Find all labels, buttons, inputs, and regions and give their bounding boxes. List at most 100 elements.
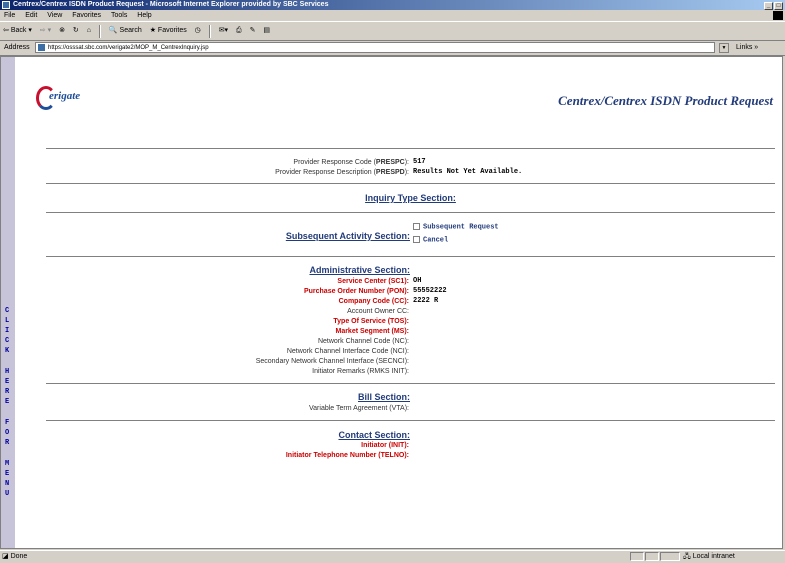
initiator-remarks-label: Initiator Remarks (RMKS INIT):	[312, 368, 409, 375]
stop-icon[interactable]: ⊗	[59, 22, 65, 40]
account-owner-cc-label: Account Owner CC:	[347, 308, 409, 315]
window-title: Centrex/Centrex ISDN Product Request - M…	[13, 1, 329, 8]
verigate-logo: erigate	[36, 82, 106, 112]
initiator-remarks-row: Initiator Remarks (RMKS INIT):	[46, 367, 775, 376]
administrative-section-heading: Administrative Section:	[309, 265, 410, 275]
sidebar-letter: E	[5, 470, 10, 478]
favorites-label: Favorites	[157, 27, 187, 34]
divider	[46, 212, 775, 213]
toolbar-separator	[208, 24, 211, 38]
sidebar-letter: R	[5, 388, 10, 396]
sidebar-letter: K	[5, 347, 10, 355]
address-bar: Address https://osssat.sbc.com/verigate2…	[0, 41, 785, 56]
edit-icon[interactable]: ✎	[250, 22, 256, 40]
lock-icon	[660, 552, 680, 561]
status-panel	[645, 552, 659, 561]
forward-button[interactable]: ⇨ ▾	[40, 22, 51, 40]
subsequent-activity-section-heading: Subsequent Activity Section:	[285, 231, 410, 241]
sidebar-letter: F	[5, 419, 10, 427]
home-icon[interactable]: ⌂	[87, 22, 91, 40]
network-channel-code-label: Network Channel Code (NC):	[317, 338, 409, 345]
title-bar: Centrex/Centrex ISDN Product Request - M…	[0, 0, 785, 10]
menu-favorites[interactable]: Favorites	[72, 12, 101, 19]
address-input[interactable]: https://osssat.sbc.com/verigate2/MOP_M_C…	[35, 42, 715, 53]
page-title: Centrex/Centrex ISDN Product Request	[558, 93, 773, 108]
network-channel-code-row: Network Channel Code (NC):	[46, 337, 775, 346]
zone-indicator: 🖧 Local intranet	[683, 553, 735, 560]
history-icon[interactable]: ◷	[195, 22, 201, 40]
company-code-row: Company Code (CC): 2222 R	[46, 297, 775, 306]
address-url: https://osssat.sbc.com/verigate2/MOP_M_C…	[48, 45, 209, 51]
menu-edit[interactable]: Edit	[25, 12, 37, 19]
sidebar-letter: U	[5, 490, 10, 498]
sidebar-letter: N	[5, 480, 10, 488]
toolbar-separator	[98, 24, 101, 38]
menu-bar: File Edit View Favorites Tools Help	[0, 10, 785, 22]
print-icon[interactable]: ⎙	[236, 22, 242, 40]
sidebar-letter: O	[5, 429, 10, 437]
type-of-service-label: Type Of Service (TOS):	[333, 318, 409, 325]
response-desc-value: Results Not Yet Available.	[413, 168, 523, 176]
address-label: Address	[4, 44, 30, 51]
initiator-telno-label: Initiator Telephone Number (TELNO):	[285, 452, 409, 459]
subsequent-request-checkbox[interactable]	[413, 223, 420, 230]
initiator-telno-row: Initiator Telephone Number (TELNO):	[46, 451, 775, 460]
pon-row: Purchase Order Number (PON): 55552222	[46, 287, 775, 296]
menu-file[interactable]: File	[4, 12, 15, 19]
pon-label: Purchase Order Number (PON):	[303, 288, 409, 295]
menu-tools[interactable]: Tools	[111, 12, 127, 19]
market-segment-row: Market Segment (MS):	[46, 327, 775, 336]
inquiry-type-section-heading: Inquiry Type Section:	[365, 193, 456, 203]
account-owner-cc-row: Account Owner CC:	[46, 307, 775, 316]
response-desc-row: Provider Response Description (PRESPD): …	[46, 168, 775, 177]
sidebar-letter: C	[5, 307, 10, 315]
pon-value: 55552222	[413, 287, 447, 295]
favorites-button[interactable]: ★ Favorites	[150, 22, 187, 40]
sidebar-letter: E	[5, 398, 10, 406]
back-button[interactable]: ⇦ Back ▾	[3, 22, 32, 40]
menu-view[interactable]: View	[47, 12, 62, 19]
discuss-icon[interactable]: ▤	[263, 22, 270, 40]
sidebar-menu-link[interactable]: CLICKHEREFORMENU	[1, 57, 15, 548]
mail-icon[interactable]: ✉▾	[219, 22, 228, 40]
minimize-button[interactable]: _	[764, 2, 773, 10]
service-center-label: Service Center (SC1):	[337, 278, 409, 285]
network-channel-interface-label: Network Channel Interface Code (NCI):	[286, 348, 409, 355]
sidebar-letter: I	[5, 327, 10, 335]
sidebar-letter: L	[5, 317, 10, 325]
initiator-label: Initiator (INIT):	[361, 442, 409, 449]
contact-section-heading: Contact Section:	[338, 430, 410, 440]
vta-row: Variable Term Agreement (VTA):	[46, 404, 775, 413]
address-dropdown-button[interactable]: ▼	[719, 43, 729, 53]
links-button[interactable]: Links »	[736, 41, 758, 55]
search-label: Search	[119, 27, 142, 34]
sidebar-letter: C	[5, 337, 10, 345]
type-of-service-row: Type Of Service (TOS):	[46, 317, 775, 326]
ie-icon	[2, 1, 10, 9]
divider	[46, 256, 775, 257]
refresh-icon[interactable]: ↻	[73, 22, 79, 40]
back-label: Back	[10, 27, 27, 34]
secondary-nci-label: Secondary Network Channel Interface (SEC…	[255, 358, 409, 365]
page-content: CLICKHEREFORMENU erigate Centrex/Centrex…	[0, 56, 783, 549]
service-center-value: OH	[413, 277, 422, 285]
sidebar-letter: M	[5, 460, 10, 468]
toolbar: ⇦ Back ▾ ⇨ ▾ ⊗ ↻ ⌂ 🔍 Search ★ Favorites …	[0, 22, 785, 41]
initiator-row: Initiator (INIT):	[46, 441, 775, 450]
divider	[46, 183, 775, 184]
maximize-button[interactable]: □	[774, 2, 783, 10]
divider	[46, 383, 775, 384]
market-segment-label: Market Segment (MS):	[335, 328, 409, 335]
menu-help[interactable]: Help	[137, 12, 151, 19]
windows-logo-icon	[773, 11, 783, 20]
subsequent-request-option: Subsequent Request	[413, 223, 499, 231]
status-panel	[630, 552, 644, 561]
response-code-label: Provider Response Code (PRESPC):	[293, 159, 409, 166]
vta-label: Variable Term Agreement (VTA):	[309, 405, 409, 412]
response-desc-label: Provider Response Description (PRESPD):	[275, 169, 409, 176]
bill-section-heading: Bill Section:	[357, 392, 410, 402]
cancel-checkbox[interactable]	[413, 236, 420, 243]
divider	[46, 420, 775, 421]
search-button[interactable]: 🔍 Search	[109, 22, 142, 40]
response-code-row: Provider Response Code (PRESPC): 517	[46, 158, 775, 167]
